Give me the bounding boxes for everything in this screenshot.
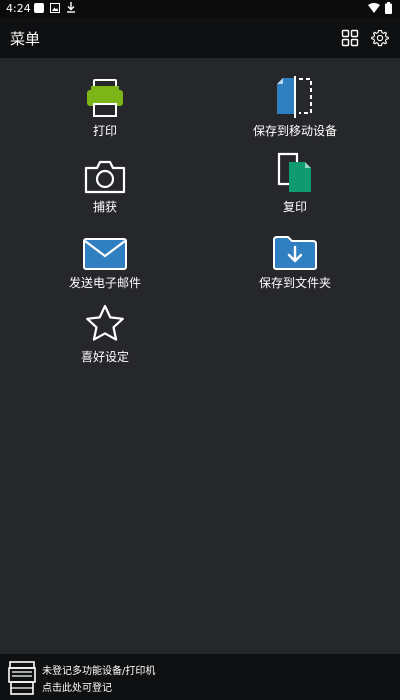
status-left-icons bbox=[34, 2, 76, 16]
app-bar: 菜单 bbox=[0, 18, 400, 58]
email-icon bbox=[83, 238, 127, 270]
wifi-icon bbox=[368, 3, 380, 16]
menu-item-label: 捕获 bbox=[92, 200, 117, 214]
menu-item-capture[interactable]: 捕获 bbox=[5, 152, 205, 222]
register-hint-text: 点击此处可登记 bbox=[42, 683, 112, 694]
menu-item-label: 保存到移动设备 bbox=[252, 124, 337, 138]
printer-icon bbox=[87, 79, 123, 117]
menu-item-label: 复印 bbox=[282, 200, 307, 214]
menu-item-print[interactable]: 打印 bbox=[5, 76, 205, 146]
camera-icon bbox=[84, 160, 126, 194]
settings-button[interactable] bbox=[368, 26, 392, 50]
menu-item-preferences[interactable]: 喜好设定 bbox=[5, 302, 205, 372]
save-to-mobile-icon bbox=[277, 76, 312, 118]
menu-item-label: 保存到文件夹 bbox=[258, 276, 331, 290]
copy-icon bbox=[277, 152, 311, 192]
star-icon bbox=[86, 304, 124, 341]
status-time: 4:24 bbox=[6, 2, 31, 15]
grid-icon bbox=[341, 29, 359, 47]
register-device-bar[interactable]: 未登记多功能设备/打印机 点击此处可登记 bbox=[0, 654, 400, 700]
grid-view-button[interactable] bbox=[338, 26, 362, 50]
menu-item-save-to-folder[interactable]: 保存到文件夹 bbox=[195, 228, 395, 298]
page-title: 菜单 bbox=[10, 30, 41, 48]
status-bar: 4:24 bbox=[0, 0, 400, 18]
menu-item-save-to-mobile[interactable]: 保存到移动设备 bbox=[195, 76, 395, 146]
menu-item-label: 喜好设定 bbox=[80, 350, 129, 364]
menu-item-label: 打印 bbox=[92, 124, 117, 138]
gear-icon bbox=[371, 29, 389, 47]
photo-icon bbox=[50, 2, 60, 16]
folder-download-icon bbox=[273, 236, 317, 270]
notification-square-icon bbox=[34, 2, 44, 16]
battery-icon bbox=[385, 2, 392, 17]
menu-item-copy[interactable]: 复印 bbox=[195, 152, 395, 222]
menu-grid: 打印 保存到移动设备 捕获 复印 发送电子邮件 保存到文件夹 喜好设定 bbox=[0, 58, 400, 654]
menu-item-label: 发送电子邮件 bbox=[68, 276, 141, 290]
download-icon bbox=[66, 2, 76, 16]
multifunction-printer-icon bbox=[8, 660, 36, 700]
register-status-text: 未登记多功能设备/打印机 bbox=[42, 666, 156, 677]
menu-item-send-email[interactable]: 发送电子邮件 bbox=[5, 228, 205, 298]
status-right-icons bbox=[368, 2, 392, 17]
